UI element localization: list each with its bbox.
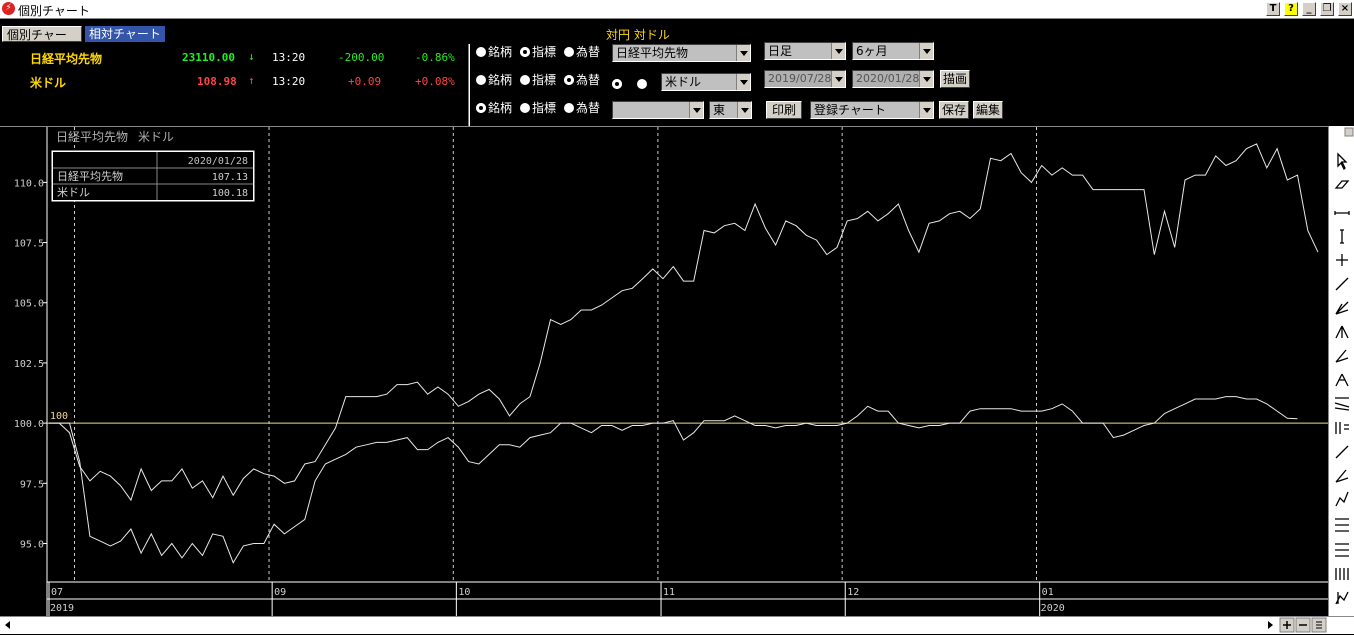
tab-relative-chart[interactable]: 相対チャート xyxy=(85,26,165,42)
quote-time: 13:20 xyxy=(272,75,306,88)
x-tick-label: 09 xyxy=(274,587,286,598)
gann-line-icon[interactable] xyxy=(1335,469,1349,483)
quote-price: 108.98 xyxy=(197,75,237,88)
y-tick-label: 95.0 xyxy=(20,539,44,550)
toolbar-scroll-button[interactable] xyxy=(1344,127,1354,137)
legend-series-1: 日経平均先物 xyxy=(56,130,128,144)
quote-change: +0.09 xyxy=(348,75,382,88)
symbol-combo-1[interactable]: 日経平均先物 xyxy=(612,44,751,62)
close-button[interactable]: × xyxy=(1338,2,1352,16)
y-tick-label: 102.5 xyxy=(14,359,44,370)
x-tick-label: 10 xyxy=(458,587,470,598)
series-line xyxy=(49,396,1298,564)
period-combo[interactable]: 日足 xyxy=(764,42,846,60)
date-to-combo[interactable]: 2020/01/28 xyxy=(852,70,934,88)
y-tick-label: 107.5 xyxy=(14,239,44,250)
x-year-label: 2020 xyxy=(1041,603,1065,614)
x-tick-label: 01 xyxy=(1042,587,1054,598)
value-info-box: 2020/01/28 日経平均先物 107.13 米ドル 100.18 xyxy=(51,150,255,202)
radio-option[interactable]: 為替 xyxy=(564,100,600,116)
y-tick-label: 110.0 xyxy=(14,178,44,189)
symbol-combo-3[interactable] xyxy=(612,101,704,119)
minimize-button[interactable]: _ xyxy=(1302,2,1316,16)
radio-option[interactable]: 銘柄 xyxy=(476,100,512,116)
horizontal-line-icon[interactable] xyxy=(1334,211,1350,215)
jpy-radio[interactable] xyxy=(612,76,624,92)
eraser-icon[interactable] xyxy=(1334,180,1350,189)
radio-option[interactable]: 為替 xyxy=(564,44,600,60)
text-mode-button[interactable]: T xyxy=(1266,2,1280,16)
print-button[interactable]: 印刷 xyxy=(766,101,802,119)
radio-option[interactable]: 銘柄 xyxy=(476,72,512,88)
range-combo[interactable]: 6ヶ月 xyxy=(852,42,934,60)
radio-option[interactable]: 指標 xyxy=(520,100,556,116)
pitchfork-icon[interactable] xyxy=(1335,325,1349,339)
channel-icon[interactable] xyxy=(1335,543,1349,557)
line-chart: 100 110.0 107.5 105.0 102.5 100.0 97.5 95.0 07… xyxy=(14,127,1328,617)
parallel-lines-icon[interactable] xyxy=(1335,518,1349,532)
save-button[interactable]: 保存 xyxy=(939,101,969,119)
quote-price: 23110.00 xyxy=(182,51,235,64)
cycle-lines-icon[interactable] xyxy=(1335,568,1349,580)
trend-line-icon[interactable] xyxy=(1335,277,1349,291)
quote-percent: +0.08% xyxy=(415,75,455,88)
radio-option[interactable]: 指標 xyxy=(520,72,556,88)
symbol-combo-2[interactable]: 米ドル xyxy=(661,73,751,91)
ray-line-icon[interactable] xyxy=(1335,445,1349,459)
y-tick-label: 97.5 xyxy=(20,479,44,490)
y-tick-label: 105.0 xyxy=(14,299,44,310)
zigzag-icon[interactable] xyxy=(1335,491,1349,507)
info-value: 100.18 xyxy=(212,188,248,199)
quote-time: 13:20 xyxy=(272,51,306,64)
quote-name: 米ドル xyxy=(30,76,67,90)
fibonacci-fan-icon[interactable] xyxy=(1335,349,1349,363)
quote-change: -200.00 xyxy=(338,51,385,64)
quote-arrow: ↑ xyxy=(248,74,255,87)
legend-series-2: 米ドル xyxy=(138,130,174,144)
crosshair-icon[interactable] xyxy=(1336,254,1348,266)
gann-fan-icon[interactable] xyxy=(1335,373,1349,387)
date-from-combo[interactable]: 2019/07/28 xyxy=(764,70,846,88)
x-tick-label: 11 xyxy=(663,587,675,598)
radio-option[interactable]: 指標 xyxy=(520,44,556,60)
retracement-icon[interactable] xyxy=(1334,397,1350,411)
pointer-icon[interactable] xyxy=(1337,152,1348,171)
radio-option[interactable]: 為替 xyxy=(564,72,600,88)
usd-radio[interactable] xyxy=(637,76,649,92)
x-tick-label: 12 xyxy=(847,587,859,598)
window-title: 個別チャート xyxy=(18,4,90,18)
vertical-line-icon[interactable] xyxy=(1340,229,1344,244)
help-button[interactable]: ? xyxy=(1284,2,1298,16)
fan-line-icon[interactable] xyxy=(1335,301,1349,315)
draw-button[interactable]: 描画 xyxy=(940,70,970,88)
baseline-label: 100 xyxy=(50,411,68,422)
info-name: 日経平均先物 xyxy=(57,169,123,183)
quote-percent: -0.86% xyxy=(415,51,455,64)
info-date: 2020/01/28 xyxy=(188,156,248,167)
edit-button[interactable]: 編集 xyxy=(973,101,1003,119)
x-year-label: 2019 xyxy=(50,603,74,614)
fibonacci-time-icon[interactable] xyxy=(1335,422,1349,434)
y-tick-label: 100.0 xyxy=(14,419,44,430)
wave-icon[interactable] xyxy=(1335,591,1349,605)
horizontal-scrollbar[interactable] xyxy=(0,616,1354,634)
market-combo[interactable]: 東 xyxy=(709,101,752,119)
saved-chart-combo[interactable]: 登録チャート xyxy=(810,101,934,119)
title-bar: ⚡ 個別チャート T ? _ ❐ × xyxy=(0,0,1354,19)
radio-option[interactable]: 銘柄 xyxy=(476,44,512,60)
chart-area: 100 110.0 107.5 105.0 102.5 100.0 97.5 95.0 07… xyxy=(0,126,1328,617)
tab-individual-chart[interactable]: 個別チャート xyxy=(2,26,82,58)
quote-arrow: ↓ xyxy=(248,50,255,63)
restore-button[interactable]: ❐ xyxy=(1320,2,1334,16)
app-icon: ⚡ xyxy=(2,2,15,15)
info-name: 米ドル xyxy=(57,186,90,199)
info-value: 107.13 xyxy=(212,172,248,183)
x-tick-label: 07 xyxy=(51,587,63,598)
drawing-toolbar xyxy=(1328,126,1354,616)
quote-name: 日経平均先物 xyxy=(30,52,103,66)
scroll-right-icon[interactable] xyxy=(1268,621,1273,629)
control-panel: 個別チャート 相対チャート 日経平均先物 23110.00 ↓ 13:20 -2… xyxy=(0,20,1354,140)
currency-header: 対円 対ドル xyxy=(606,28,670,42)
